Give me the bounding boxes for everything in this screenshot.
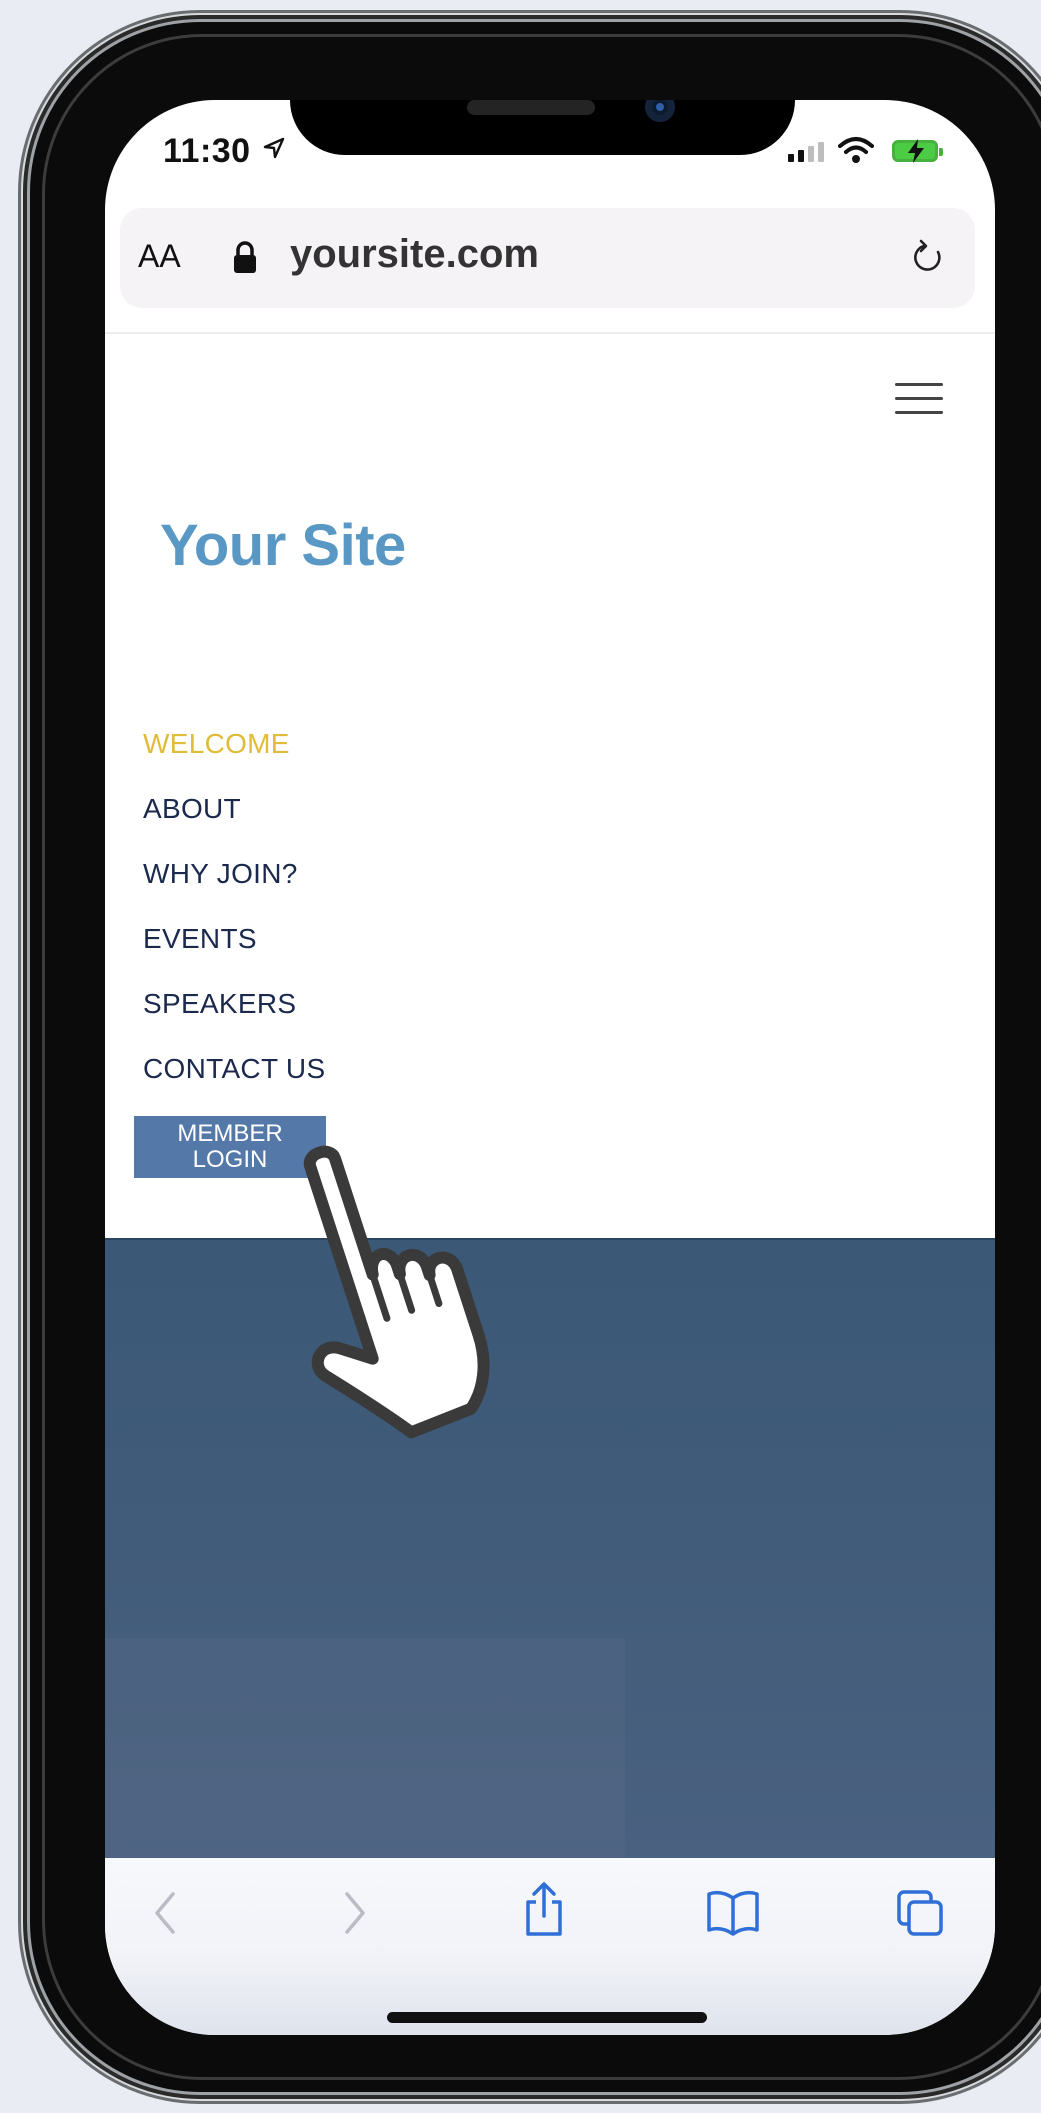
nav-item-events[interactable]: EVENTS (143, 923, 325, 988)
url-text[interactable]: yoursite.com (290, 232, 539, 277)
nav-item-why-join[interactable]: WHY JOIN? (143, 858, 325, 923)
bookmarks-icon[interactable] (705, 1888, 761, 1936)
phone-screen: 11:30 AA yoursite.com Your Site WELCOME … (105, 100, 995, 2035)
device-mockup: 11:30 AA yoursite.com Your Site WELCOME … (0, 0, 1041, 2113)
front-camera (645, 100, 675, 122)
forward-icon[interactable] (337, 1888, 373, 1938)
charging-bolt-icon (908, 139, 924, 163)
browser-toolbar (105, 1858, 995, 2035)
cellular-signal-icon (788, 142, 824, 162)
lock-icon (234, 241, 256, 273)
reload-icon[interactable] (910, 238, 946, 276)
text-size-label: AA (138, 238, 181, 274)
status-time: 11:30 (163, 132, 251, 170)
address-bar-divider (105, 332, 995, 334)
share-icon[interactable] (520, 1880, 568, 1940)
hero-blurred-content (105, 1638, 625, 1860)
site-title[interactable]: Your Site (160, 512, 406, 579)
nav-item-about[interactable]: ABOUT (143, 793, 325, 858)
nav-item-contact-us[interactable]: CONTACT US (143, 1053, 325, 1118)
nav-item-welcome[interactable]: WELCOME (143, 728, 325, 793)
hamburger-menu-icon[interactable] (895, 383, 943, 425)
pointing-hand-cursor-icon (303, 1145, 490, 1439)
earpiece-speaker (467, 100, 595, 115)
address-bar[interactable]: AA yoursite.com (120, 208, 975, 308)
text-size-button[interactable]: AA (138, 238, 181, 275)
wifi-icon (838, 137, 874, 163)
nav-item-speakers[interactable]: SPEAKERS (143, 988, 325, 1053)
notch (290, 100, 795, 155)
tabs-icon[interactable] (895, 1888, 945, 1938)
location-arrow-icon (263, 137, 285, 159)
back-icon[interactable] (147, 1888, 183, 1938)
home-indicator (387, 2012, 707, 2023)
hero-section (105, 1238, 995, 1860)
site-nav: WELCOME ABOUT WHY JOIN? EVENTS SPEAKERS … (143, 728, 325, 1118)
